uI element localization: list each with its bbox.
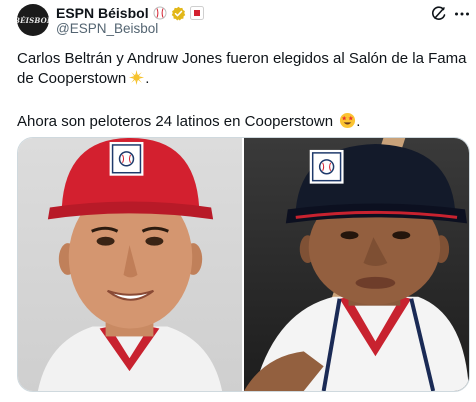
- player-photo-left-image: [37, 138, 223, 391]
- tweet-line-2-period: .: [356, 113, 361, 130]
- account-avatar[interactable]: BÉISBOL: [17, 4, 49, 36]
- player-photo-left[interactable]: [18, 138, 242, 391]
- grok-icon[interactable]: [429, 4, 449, 24]
- tweet-paragraph-2: Ahora son peloteros 24 latinos en Cooper…: [17, 112, 467, 135]
- tweet-text: Carlos Beltrán y Andruw Jones fueron ele…: [17, 49, 467, 135]
- affiliate-badge-icon[interactable]: [189, 6, 204, 20]
- more-options-icon[interactable]: [452, 4, 472, 24]
- tweet-line-1: Carlos Beltrán y Andruw Jones fueron ele…: [17, 50, 467, 87]
- tweet-paragraph-1: Carlos Beltrán y Andruw Jones fueron ele…: [17, 49, 467, 92]
- avatar-logo-text: BÉISBOL: [17, 15, 49, 25]
- tweet-media[interactable]: [17, 137, 470, 392]
- account-handle[interactable]: @ESPN_Beisbol: [56, 21, 158, 36]
- baseball-icon: [153, 6, 167, 20]
- verified-badge-icon[interactable]: [171, 6, 186, 21]
- tweet-line-2: Ahora son peloteros 24 latinos en Cooper…: [17, 113, 334, 130]
- sparkles-emoji-icon: [128, 69, 145, 92]
- star-struck-emoji-icon: [339, 112, 356, 135]
- tweet-header: ESPN Béisbol: [56, 4, 204, 22]
- tweet: BÉISBOL ESPN Béisbol @ESPN_Beisbol: [0, 0, 476, 402]
- display-name[interactable]: ESPN Béisbol: [56, 5, 149, 21]
- tweet-line-1-period: .: [145, 70, 150, 87]
- player-photo-right[interactable]: [244, 138, 469, 391]
- player-photo-right-image: [244, 138, 469, 391]
